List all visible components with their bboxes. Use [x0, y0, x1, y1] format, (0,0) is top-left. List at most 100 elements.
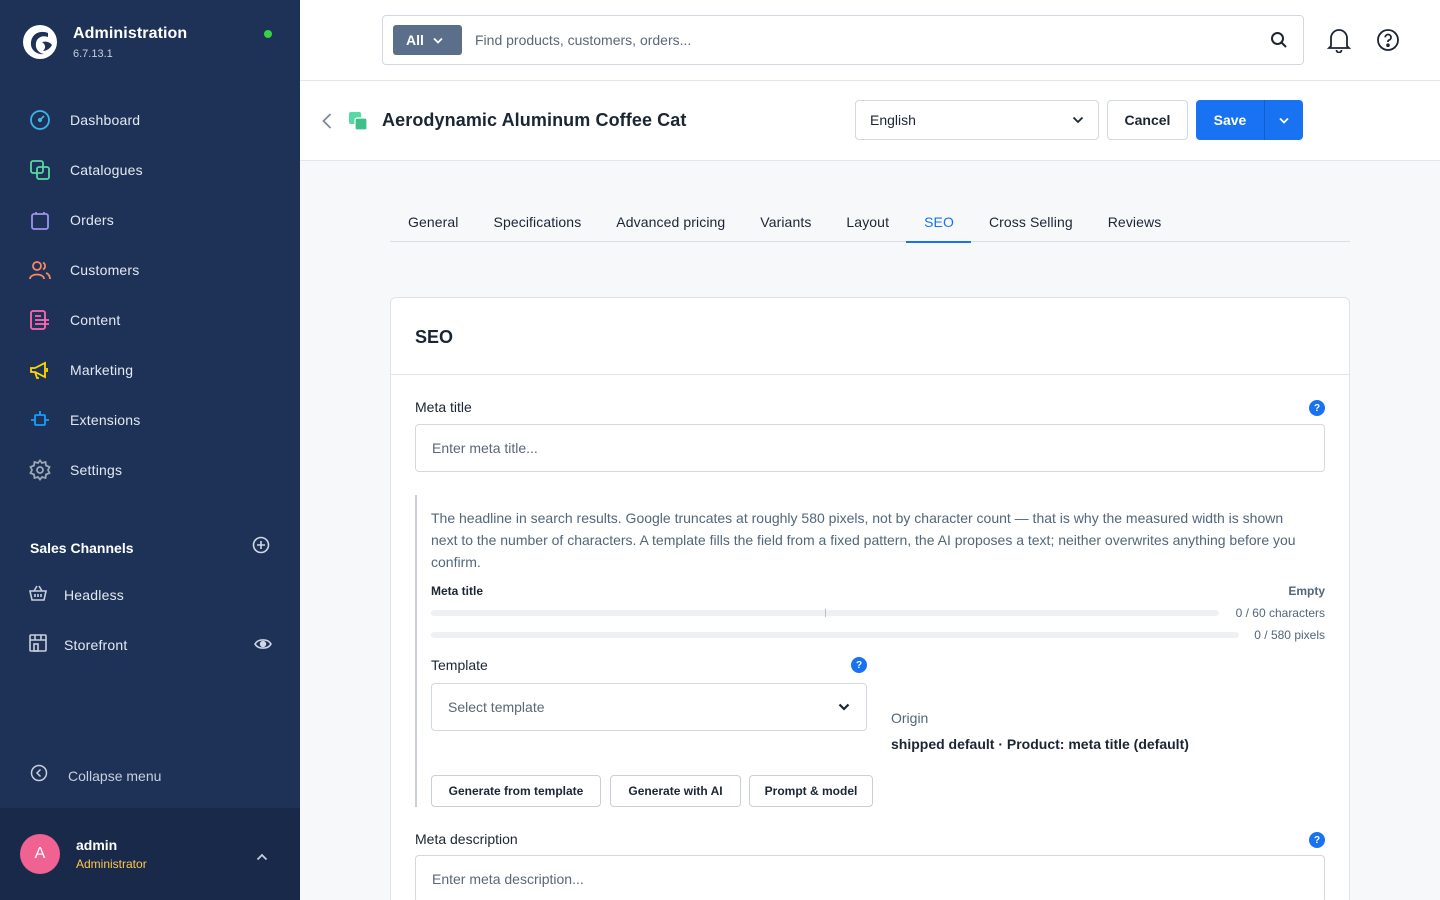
settings-icon — [28, 458, 52, 482]
origin-value: shipped default · Product: meta title (d… — [891, 736, 1189, 752]
sidebar-item-orders[interactable]: Orders — [0, 195, 300, 245]
origin-label: Origin — [891, 710, 929, 726]
search-input[interactable] — [475, 28, 1255, 52]
save-options-button[interactable] — [1264, 100, 1303, 140]
main-navigation: Dashboard Catalogues Orders Customers Co… — [0, 95, 300, 495]
meta-title-help-icon[interactable]: ? — [1309, 400, 1325, 416]
generate-from-template-button[interactable]: Generate from template — [431, 775, 601, 807]
chevron-down-icon — [1072, 116, 1084, 124]
user-menu[interactable]: A admin Administrator — [0, 808, 300, 900]
template-select-value: Select template — [448, 699, 545, 715]
page-title: Aerodynamic Aluminum Coffee Cat — [382, 110, 687, 130]
smart-bar: Aerodynamic Aluminum Coffee Cat English … — [300, 81, 1440, 161]
tab-layout[interactable]: Layout — [828, 205, 906, 242]
sidebar-item-dashboard[interactable]: Dashboard — [0, 95, 300, 145]
orders-icon — [28, 208, 52, 232]
eye-icon[interactable] — [254, 637, 272, 656]
character-meter-marker — [825, 609, 826, 617]
language-switch[interactable]: English — [855, 100, 1099, 140]
meta-title-helper: The headline in search results. Google t… — [415, 495, 1325, 807]
tab-variants[interactable]: Variants — [742, 205, 828, 242]
sidebar: Administration 6.7.13.1 Dashboard Catalo… — [0, 0, 300, 900]
tab-reviews[interactable]: Reviews — [1090, 205, 1179, 242]
sidebar-item-settings[interactable]: Settings — [0, 445, 300, 495]
marketing-icon — [28, 358, 52, 382]
help-icon[interactable] — [1376, 28, 1400, 57]
meter-title: Meta title — [431, 584, 484, 598]
sidebar-item-extensions[interactable]: Extensions — [0, 395, 300, 445]
collapse-menu-label: Collapse menu — [68, 767, 162, 784]
meta-title-input[interactable] — [415, 424, 1325, 472]
global-search: All — [382, 15, 1304, 65]
sidebar-item-label: Marketing — [70, 362, 134, 378]
sales-channel-headless[interactable]: Headless — [0, 570, 300, 620]
chevron-down-icon — [1279, 117, 1289, 124]
user-name: admin — [76, 837, 118, 853]
sidebar-item-customers[interactable]: Customers — [0, 245, 300, 295]
sales-channel-label: Storefront — [64, 637, 128, 653]
avatar: A — [20, 834, 60, 874]
product-tabs: General Specifications Advanced pricing … — [390, 205, 1350, 243]
template-select[interactable]: Select template — [431, 683, 867, 731]
basket-icon — [28, 583, 48, 608]
add-sales-channel-icon[interactable] — [252, 536, 270, 559]
sidebar-item-label: Settings — [70, 462, 123, 478]
chevron-down-icon — [433, 37, 443, 44]
meta-title-label: Meta title — [415, 399, 472, 415]
sidebar-item-label: Orders — [70, 212, 114, 228]
pixel-count: 0 / 580 pixels — [1254, 628, 1325, 642]
pixel-meter-bar — [431, 632, 1239, 638]
notification-bell-icon[interactable] — [1326, 27, 1352, 58]
tab-cross-selling[interactable]: Cross Selling — [971, 205, 1090, 242]
brand[interactable]: Administration 6.7.13.1 — [22, 24, 187, 60]
collapse-icon — [30, 764, 48, 787]
generate-with-ai-button[interactable]: Generate with AI — [610, 775, 741, 807]
template-label: Template — [431, 657, 488, 673]
sidebar-item-catalogues[interactable]: Catalogues — [0, 145, 300, 195]
collapse-menu-button[interactable]: Collapse menu — [30, 764, 161, 787]
sales-channel-label: Headless — [64, 587, 124, 603]
chevron-down-icon — [838, 703, 850, 711]
search-type-dropdown[interactable]: All — [393, 25, 462, 55]
chevron-up-icon[interactable] — [256, 848, 268, 866]
sidebar-item-marketing[interactable]: Marketing — [0, 345, 300, 395]
customers-icon — [28, 258, 52, 282]
sidebar-item-label: Customers — [70, 262, 140, 278]
back-arrow-icon[interactable] — [322, 113, 332, 134]
seo-card-title: SEO — [415, 327, 454, 347]
tab-general[interactable]: General — [390, 205, 476, 242]
sidebar-item-label: Extensions — [70, 412, 141, 428]
sidebar-item-content[interactable]: Content — [0, 295, 300, 345]
character-count: 0 / 60 characters — [1235, 606, 1325, 620]
save-button[interactable]: Save — [1196, 100, 1264, 140]
tab-seo[interactable]: SEO — [906, 205, 971, 243]
meter-status: Empty — [1288, 584, 1325, 598]
meta-description-input[interactable] — [415, 855, 1325, 900]
sidebar-item-label: Dashboard — [70, 112, 141, 128]
search-icon[interactable] — [1270, 31, 1288, 54]
sales-channel-storefront[interactable]: Storefront — [0, 620, 300, 670]
tab-specifications[interactable]: Specifications — [476, 205, 599, 242]
online-status-dot — [264, 30, 272, 38]
app-version: 6.7.13.1 — [73, 47, 113, 60]
app-title: Administration — [73, 24, 188, 42]
sales-channels-list: Headless Storefront — [0, 570, 300, 670]
meta-description-help-icon[interactable]: ? — [1309, 832, 1325, 848]
sales-channels-header: Sales Channels — [30, 536, 270, 559]
sales-channels-title: Sales Channels — [30, 539, 134, 556]
sidebar-item-label: Content — [70, 312, 121, 328]
language-value: English — [870, 112, 916, 128]
storefront-icon — [28, 633, 48, 658]
product-icon — [348, 111, 368, 136]
catalogue-icon — [28, 158, 52, 182]
template-help-icon[interactable]: ? — [851, 657, 867, 673]
sidebar-item-label: Catalogues — [70, 162, 143, 178]
cancel-button[interactable]: Cancel — [1107, 100, 1188, 140]
tab-advanced-pricing[interactable]: Advanced pricing — [598, 205, 742, 242]
seo-card: SEO Meta title ? The headline in search … — [390, 297, 1350, 900]
top-bar: All — [300, 0, 1440, 81]
user-role: Administrator — [76, 857, 147, 871]
meta-title-helper-text: The headline in search results. Google t… — [431, 510, 1296, 570]
shopware-logo-icon — [23, 25, 57, 59]
prompt-model-button[interactable]: Prompt & model — [749, 775, 873, 807]
